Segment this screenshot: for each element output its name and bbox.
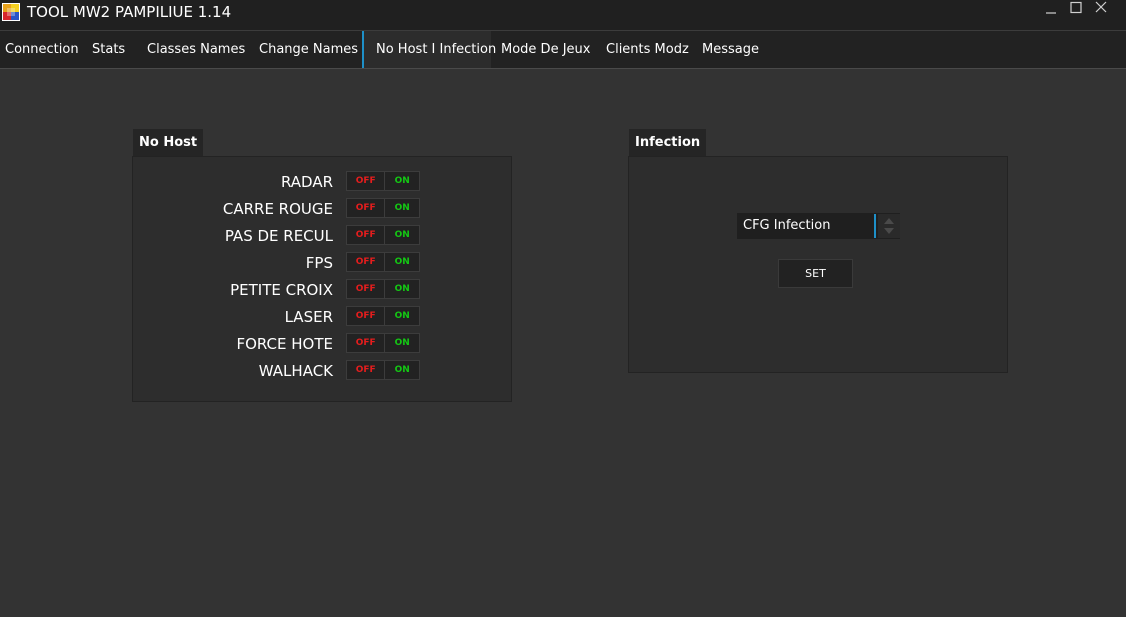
toggle-walhack: OFF ON [346, 360, 420, 380]
carre-rouge-on-button[interactable]: ON [385, 199, 419, 217]
option-label-walhack: WALHACK [258, 362, 333, 380]
tab-message[interactable]: Message [702, 31, 759, 68]
walhack-on-button[interactable]: ON [385, 361, 419, 379]
tab-no-host-infection[interactable]: No Host I Infection [362, 31, 496, 68]
no-host-panel: RADAR OFF ON CARRE ROUGE OFF ON PAS DE R… [132, 156, 512, 402]
maximize-icon [1070, 1, 1082, 14]
toggle-fps: OFF ON [346, 252, 420, 272]
toggle-pas-de-recul: OFF ON [346, 225, 420, 245]
app-tile-icon [2, 3, 20, 21]
tab-clients-modz[interactable]: Clients Modz [606, 31, 689, 68]
toggle-laser: OFF ON [346, 306, 420, 326]
pas-de-recul-on-button[interactable]: ON [385, 226, 419, 244]
petite-croix-off-button[interactable]: OFF [347, 280, 386, 298]
set-button[interactable]: SET [778, 259, 853, 288]
laser-off-button[interactable]: OFF [347, 307, 386, 325]
walhack-off-button[interactable]: OFF [347, 361, 386, 379]
option-label-carre-rouge: CARRE ROUGE [222, 200, 333, 218]
up-down-arrows-icon [884, 218, 894, 234]
window-title: TOOL MW2 PAMPILIUE 1.14 [27, 3, 232, 21]
toggle-petite-croix: OFF ON [346, 279, 420, 299]
app-window: TOOL MW2 PAMPILIUE 1.14 Connection Stats… [0, 0, 1126, 617]
option-label-laser: LASER [284, 308, 333, 326]
toggle-carre-rouge: OFF ON [346, 198, 420, 218]
minimize-button[interactable] [1040, 0, 1062, 18]
cfg-infection-select[interactable]: CFG Infection [737, 213, 900, 239]
laser-on-button[interactable]: ON [385, 307, 419, 325]
pas-de-recul-off-button[interactable]: OFF [347, 226, 386, 244]
option-label-radar: RADAR [280, 173, 333, 191]
fps-on-button[interactable]: ON [385, 253, 419, 271]
carre-rouge-off-button[interactable]: OFF [347, 199, 386, 217]
fps-off-button[interactable]: OFF [347, 253, 386, 271]
cfg-infection-value: CFG Infection [743, 218, 831, 233]
toggle-force-hote: OFF ON [346, 333, 420, 353]
petite-croix-on-button[interactable]: ON [385, 280, 419, 298]
no-host-group-title: No Host [133, 129, 204, 156]
option-label-petite-croix: PETITE CROIX [230, 281, 333, 299]
tab-connection[interactable]: Connection [5, 31, 79, 68]
tab-mode-de-jeux[interactable]: Mode De Jeux [501, 31, 590, 68]
maximize-button[interactable] [1065, 0, 1087, 18]
close-button[interactable] [1090, 0, 1112, 18]
option-label-force-hote: FORCE HOTE [236, 335, 333, 353]
tab-change-names[interactable]: Change Names [259, 31, 358, 68]
radar-off-button[interactable]: OFF [347, 172, 386, 190]
select-spinner[interactable] [878, 214, 900, 238]
infection-panel: CFG Infection SET [628, 156, 1008, 373]
close-icon [1095, 1, 1107, 13]
select-accent-divider [874, 214, 876, 238]
toggle-radar: OFF ON [346, 171, 420, 191]
tab-stats[interactable]: Stats [92, 31, 125, 68]
option-label-fps: FPS [305, 254, 333, 272]
minimize-icon [1046, 12, 1056, 14]
menu-bar-divider [0, 68, 1126, 69]
title-bar[interactable]: TOOL MW2 PAMPILIUE 1.14 [0, 0, 1126, 30]
radar-on-button[interactable]: ON [385, 172, 419, 190]
force-hote-on-button[interactable]: ON [385, 334, 419, 352]
tab-classes-names[interactable]: Classes Names [147, 31, 245, 68]
force-hote-off-button[interactable]: OFF [347, 334, 386, 352]
infection-group-title: Infection [629, 129, 707, 156]
menu-bar: Connection Stats Classes Names Change Na… [0, 31, 1126, 68]
option-label-pas-de-recul: PAS DE RECUL [224, 227, 333, 245]
